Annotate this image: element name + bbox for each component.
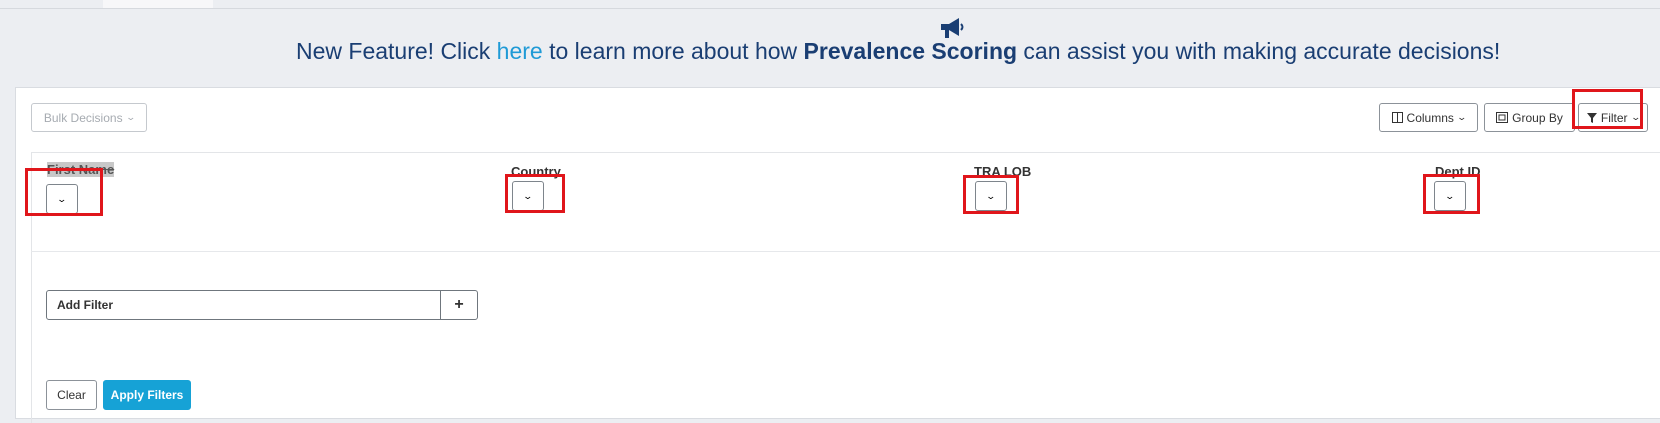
apply-filters-button[interactable]: Apply Filters bbox=[103, 380, 191, 410]
announcement-middle: to learn more about how bbox=[542, 38, 804, 64]
columns-label: Columns bbox=[1406, 110, 1454, 125]
main-panel: Bulk Decisions ⌄ Columns ⌄ Group By Filt… bbox=[15, 87, 1660, 423]
highlight-box-country bbox=[505, 174, 565, 213]
group-by-icon bbox=[1496, 112, 1509, 123]
add-filter-label: Add Filter bbox=[57, 298, 113, 312]
announcement-prefix: New Feature! Click bbox=[296, 38, 497, 64]
bulk-decisions-label: Bulk Decisions bbox=[43, 110, 123, 125]
announcement-feature-name: Prevalence Scoring bbox=[803, 38, 1018, 64]
add-filter-control[interactable]: Add Filter + bbox=[46, 290, 478, 320]
active-tab[interactable] bbox=[103, 0, 213, 8]
filter-section: First Name ⌄ Country ⌄ TRA LOB ⌄ Dept ID… bbox=[25, 152, 1660, 423]
highlight-box-first-name bbox=[25, 168, 103, 216]
learn-more-link[interactable]: here bbox=[497, 38, 543, 64]
columns-button[interactable]: Columns ⌄ bbox=[1379, 103, 1478, 132]
highlight-box-filter bbox=[1572, 89, 1643, 129]
chevron-down-icon: ⌄ bbox=[125, 112, 136, 122]
group-by-label: Group By bbox=[1512, 110, 1563, 125]
filter-divider bbox=[31, 251, 1660, 252]
chevron-down-icon: ⌄ bbox=[1456, 112, 1467, 122]
highlight-box-tra-lob bbox=[963, 175, 1019, 214]
columns-icon bbox=[1391, 112, 1403, 123]
clear-button[interactable]: Clear bbox=[46, 380, 97, 410]
top-tab-bar bbox=[0, 0, 1660, 9]
announcement-banner: New Feature! Click here to learn more ab… bbox=[296, 38, 1500, 65]
add-filter-plus-button[interactable]: + bbox=[440, 291, 477, 319]
announcement-suffix: can assist you with making accurate deci… bbox=[1017, 38, 1501, 64]
bulk-decisions-button[interactable]: Bulk Decisions ⌄ bbox=[31, 103, 147, 132]
highlight-box-dept-id bbox=[1423, 174, 1480, 214]
group-by-button[interactable]: Group By bbox=[1484, 103, 1575, 132]
